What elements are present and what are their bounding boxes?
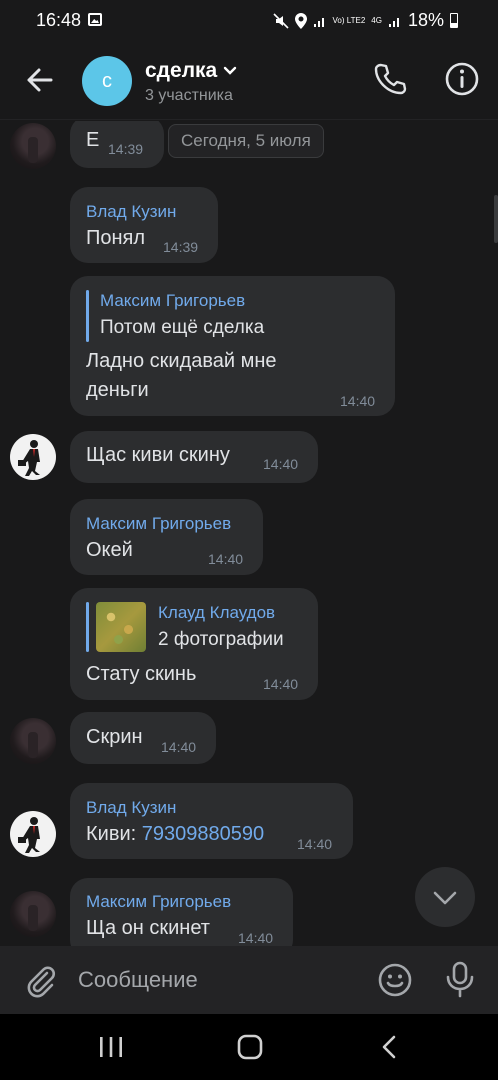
chat-header: с сделка 3 участника (0, 40, 498, 120)
phone-call-icon[interactable] (372, 61, 408, 97)
signal-icon-2 (388, 17, 399, 27)
back-arrow-icon[interactable] (20, 60, 60, 100)
message-time: 14:40 (340, 393, 376, 409)
message-bubble[interactable]: Щас киви скину 14:40 (70, 431, 318, 483)
message-time: 14:40 (208, 551, 244, 567)
emoji-icon[interactable] (377, 962, 413, 998)
message-text: Понял (86, 227, 146, 249)
status-icons: Vo) LTE2 4G 18% (272, 10, 458, 31)
message-text-line2: деньги (86, 379, 149, 401)
scrollbar[interactable] (494, 195, 498, 243)
reply-photo-thumbnail (96, 602, 146, 652)
paperclip-icon[interactable] (22, 962, 58, 998)
reply-text: Потом ещё сделка (100, 317, 265, 338)
network-type: 4G (371, 15, 382, 25)
message-sender: Максим Григорьев (86, 514, 232, 533)
message-time: 14:40 (238, 930, 274, 946)
message-input[interactable] (78, 958, 368, 1002)
battery-icon (450, 13, 458, 28)
recent-apps-icon[interactable] (96, 1036, 126, 1058)
chat-title-text: сделка (145, 59, 218, 82)
reply-text: 2 фотографии (158, 629, 284, 650)
businessman-icon (18, 817, 40, 853)
message-sender: Максим Григорьев (86, 892, 232, 911)
chat-title[interactable]: сделка (145, 59, 237, 83)
sender-avatar[interactable] (10, 891, 56, 937)
message-bubble[interactable]: Е 14:39 (70, 121, 164, 168)
mute-icon (272, 12, 289, 29)
sender-avatar[interactable] (10, 718, 56, 764)
chevron-down-icon (433, 891, 457, 905)
message-bubble[interactable]: Максим Григорьев Окей 14:40 (70, 499, 263, 575)
participants-count: 3 участника (145, 87, 233, 104)
message-time: 14:40 (263, 456, 299, 472)
message-sender: Влад Кузин (86, 202, 177, 221)
message-bubble[interactable]: Максим Григорьев Ща он скинет 14:40 (70, 878, 293, 946)
message-bubble[interactable]: Влад Кузин Понял 14:39 (70, 187, 218, 263)
message-text-line1: Ладно скидавай мне (86, 350, 277, 372)
message-text-prefix: Киви: (86, 823, 142, 845)
sender-avatar[interactable] (10, 811, 56, 857)
message-bubble[interactable]: Максим Григорьев Потом ещё сделка Ладно … (70, 276, 395, 416)
reply-sender: Максим Григорьев (100, 291, 246, 310)
message-sender: Влад Кузин (86, 798, 177, 817)
system-navigation-bar (0, 1014, 498, 1080)
message-time: 14:40 (297, 836, 333, 852)
gallery-notification-icon (88, 13, 102, 26)
message-text: Ща он скинет (86, 917, 210, 939)
message-bubble[interactable]: Влад Кузин Киви: 79309880590 14:40 (70, 783, 353, 859)
date-separator: Сегодня, 5 июля (168, 124, 324, 158)
message-bubble[interactable]: Клауд Клаудов 2 фотографии Стату скинь 1… (70, 588, 318, 700)
sender-avatar[interactable] (10, 123, 56, 169)
location-icon (294, 12, 307, 29)
signal-icon-1 (313, 17, 324, 27)
message-list[interactable]: Е 14:39 Сегодня, 5 июля Влад Кузин Понял… (0, 121, 498, 946)
message-composer (0, 946, 498, 1014)
message-text: Стату скинь (86, 663, 197, 685)
message-bubble[interactable]: Скрин 14:40 (70, 712, 216, 764)
message-time: 14:39 (108, 141, 144, 157)
scroll-to-bottom-button[interactable] (415, 867, 475, 927)
phone-number-link[interactable]: 79309880590 (142, 823, 264, 845)
reply-sender: Клауд Клаудов (158, 603, 276, 622)
chat-avatar[interactable]: с (82, 56, 132, 106)
microphone-icon[interactable] (442, 960, 478, 998)
info-icon[interactable] (444, 61, 480, 97)
home-icon[interactable] (236, 1033, 264, 1061)
lte-indicator: Vo) LTE2 (332, 15, 366, 25)
sender-avatar[interactable] (10, 434, 56, 480)
message-time: 14:39 (163, 239, 199, 255)
message-text: Е (86, 129, 100, 151)
status-time: 16:48 (36, 10, 82, 30)
reply-bar (86, 602, 89, 652)
message-text: Щас киви скину (86, 444, 230, 466)
message-text: Киви: 79309880590 (86, 823, 264, 846)
back-chevron-icon[interactable] (378, 1034, 402, 1060)
businessman-icon (18, 440, 40, 476)
message-time: 14:40 (263, 676, 299, 692)
chevron-down-icon (224, 67, 237, 76)
message-text: Окей (86, 539, 133, 561)
message-time: 14:40 (161, 739, 197, 755)
status-bar: 16:48 Vo) LTE2 4G 18% (0, 0, 498, 40)
message-text: Скрин (86, 726, 143, 748)
battery-percent: 18% (407, 10, 444, 30)
reply-bar (86, 290, 89, 342)
